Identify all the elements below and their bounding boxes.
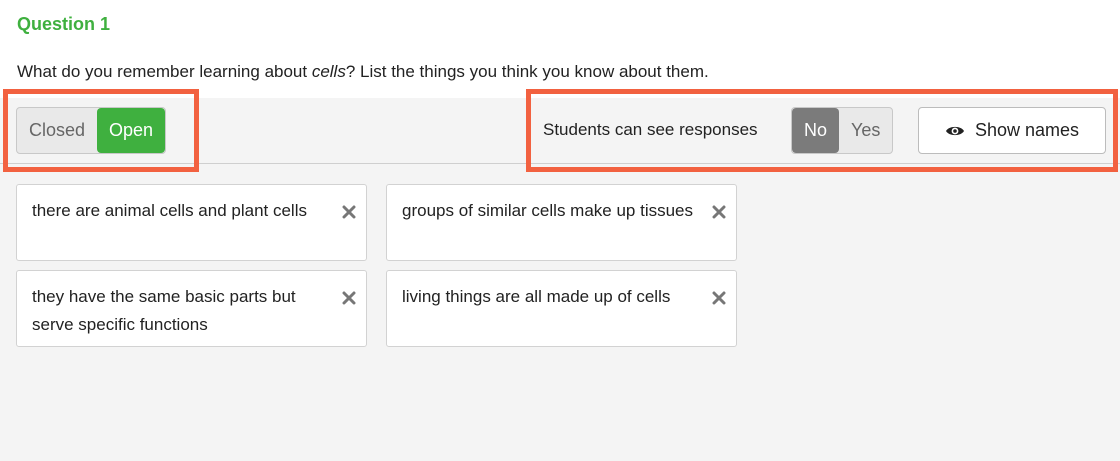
response-card: they have the same basic parts but serve… — [16, 270, 367, 347]
responses-panel: Closed Open Students can see responses N… — [0, 98, 1120, 461]
response-card: living things are all made up of cells — [386, 270, 737, 347]
response-text: groups of similar cells make up tissues — [402, 201, 694, 220]
eye-icon — [945, 124, 965, 138]
responses-visibility-toggle: No Yes — [791, 107, 894, 154]
response-text: there are animal cells and plant cells — [32, 201, 307, 220]
close-icon[interactable] — [342, 286, 356, 305]
response-text: living things are all made up of cells — [402, 287, 671, 306]
response-card: groups of similar cells make up tissues — [386, 184, 737, 261]
question-title: Question 1 — [17, 14, 111, 34]
question-prompt: What do you remember learning about cell… — [17, 62, 709, 81]
no-option[interactable]: No — [792, 108, 840, 153]
open-option[interactable]: Open — [97, 108, 166, 153]
toolbar: Closed Open Students can see responses N… — [0, 98, 1120, 164]
yes-option[interactable]: Yes — [839, 108, 892, 153]
close-icon[interactable] — [712, 200, 726, 219]
show-names-button[interactable]: Show names — [918, 107, 1106, 154]
response-card: there are animal cells and plant cells — [16, 184, 367, 261]
close-icon[interactable] — [342, 200, 356, 219]
responses-visibility-label: Students can see responses — [543, 120, 758, 139]
closed-option[interactable]: Closed — [17, 108, 97, 153]
response-text: they have the same basic parts but serve… — [32, 287, 296, 334]
show-names-label: Show names — [974, 120, 1080, 140]
status-toggle: Closed Open — [16, 107, 167, 154]
close-icon[interactable] — [712, 286, 726, 305]
